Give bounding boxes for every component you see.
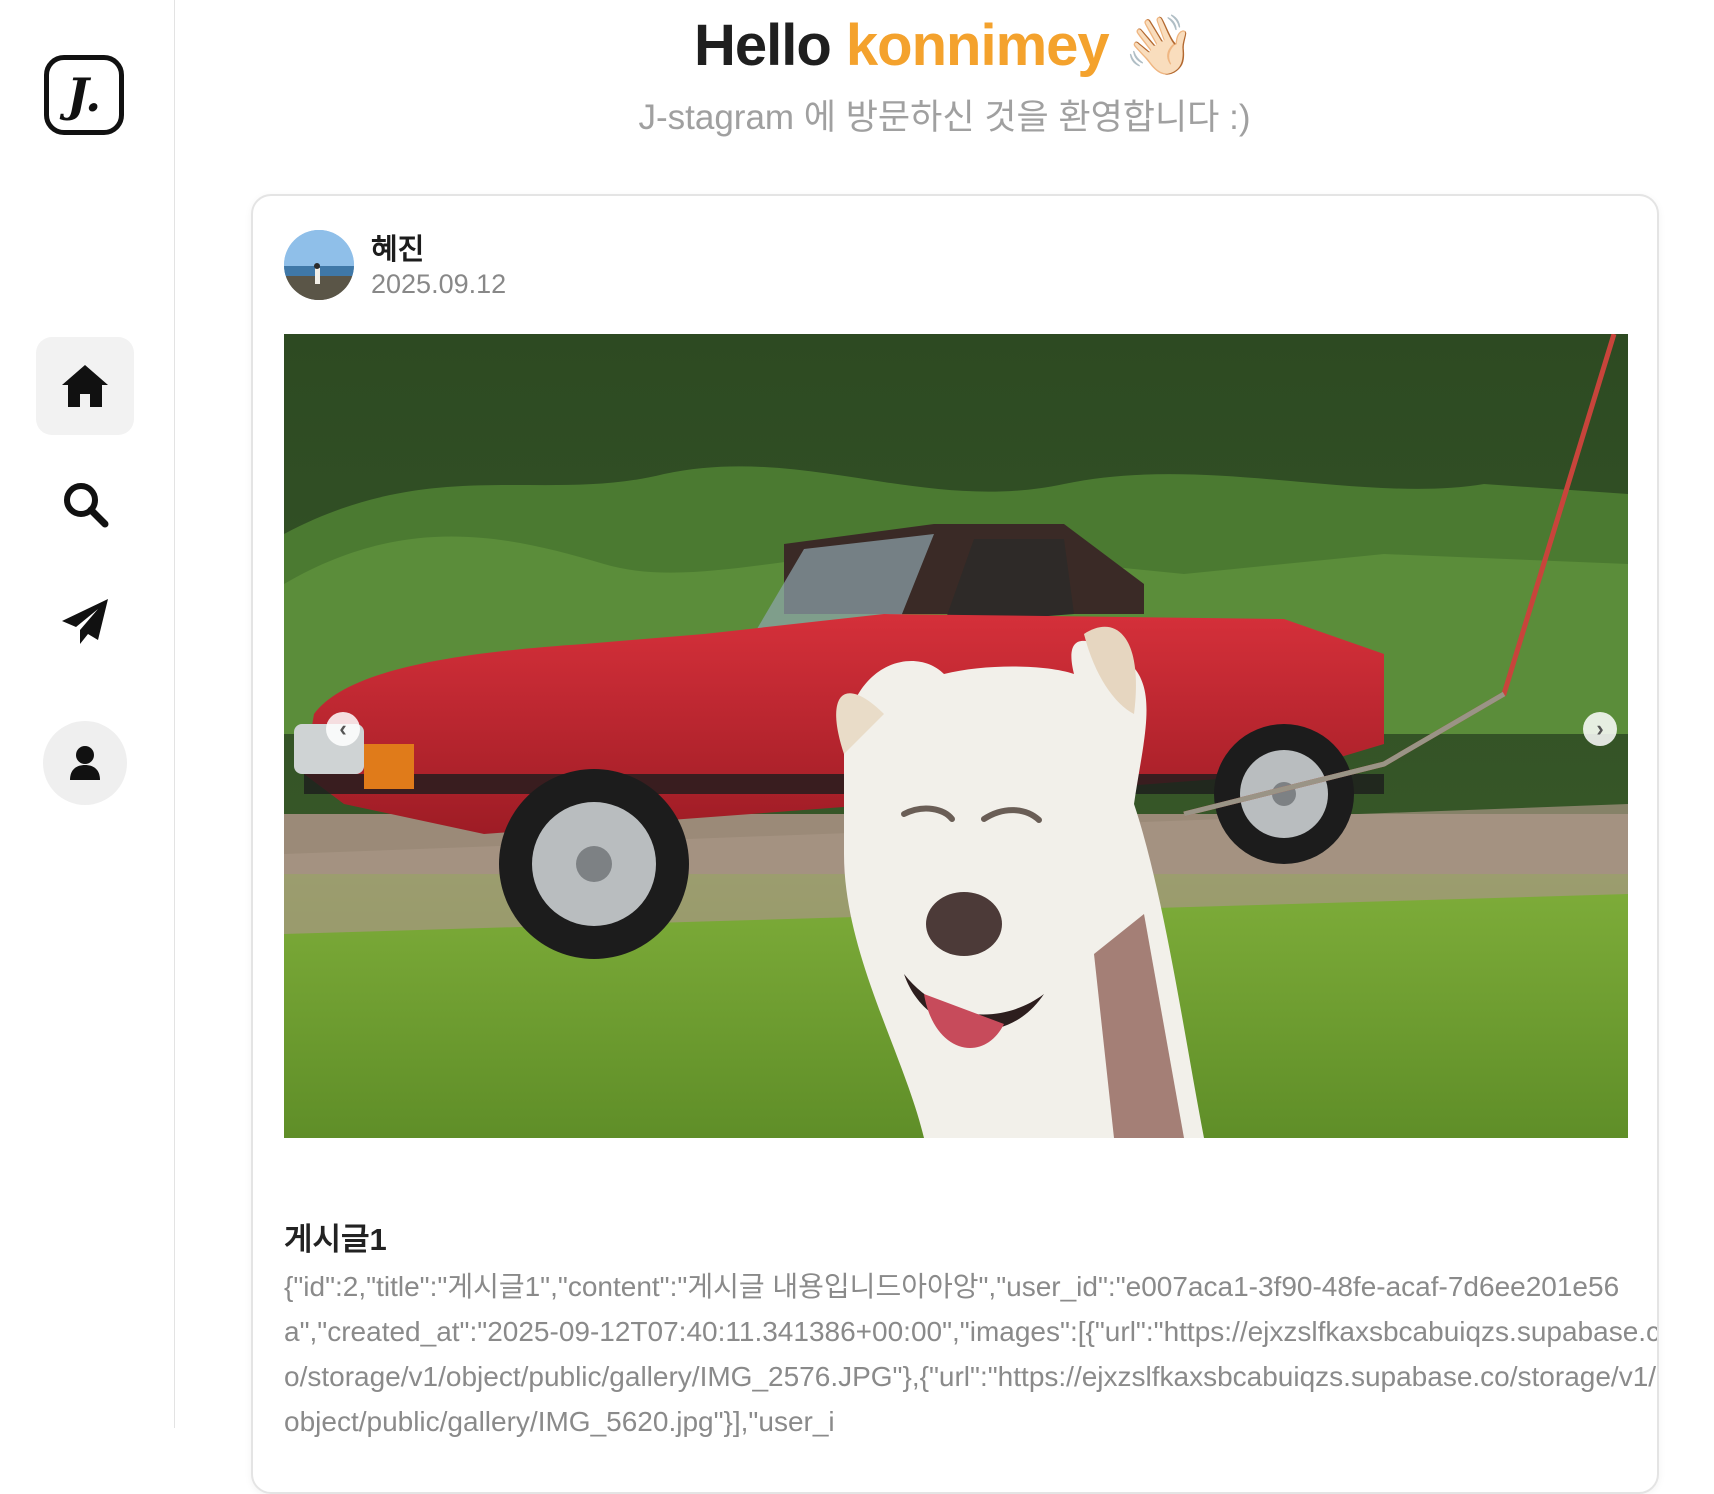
user-icon (70, 746, 100, 780)
welcome-subtitle: J-stagram 에 방문하신 것을 환영합니다 :) (638, 98, 1251, 137)
username: konnimey (845, 13, 1110, 78)
nav-profile[interactable] (43, 721, 127, 805)
carousel-next-button[interactable]: › (1583, 712, 1617, 746)
nav-search[interactable] (36, 455, 134, 553)
greeting-text: Hello (693, 13, 832, 78)
nav-send[interactable] (36, 573, 134, 671)
post-content: {"id":2,"title":"게시글1","content":"게시글 내용… (284, 1271, 1659, 1437)
post-author[interactable]: 혜진 (371, 226, 424, 268)
sidebar: J. (0, 0, 175, 1428)
paper-plane-icon (62, 599, 108, 644)
carousel-prev-button[interactable]: ‹ (326, 712, 360, 746)
chevron-left-icon: ‹ (339, 716, 347, 741)
avatar[interactable] (284, 230, 354, 300)
home-icon (62, 365, 108, 407)
header: Hello konnimey 👋🏻 J-stagram 에 방문하신 것을 환영… (175, 0, 1714, 140)
post-image[interactable]: ‹ › (284, 334, 1628, 1138)
logo[interactable]: J. (44, 55, 124, 135)
post-date: 2025.09.12 (371, 269, 507, 299)
search-icon (64, 483, 109, 528)
greeting-title: Hello konnimey 👋🏻 (175, 10, 1714, 82)
chevron-right-icon: › (1596, 716, 1604, 741)
post-title: 게시글1 (284, 1222, 387, 1257)
post-card: 혜진 2025.09.12 ‹ › 게시글1 {"id":2,"title":"… (251, 194, 1659, 1494)
nav-home[interactable] (36, 337, 134, 435)
wave-icon: 👋🏻 (1123, 13, 1196, 78)
